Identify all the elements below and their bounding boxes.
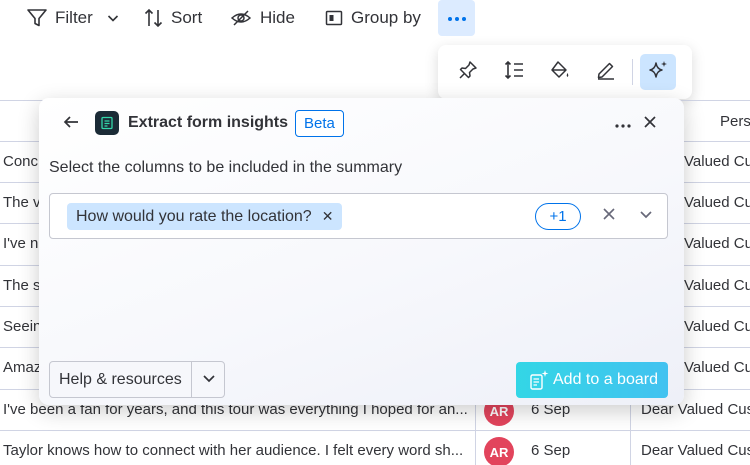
hide-label: Hide bbox=[260, 8, 295, 27]
filter-icon bbox=[26, 7, 48, 29]
more-options-button[interactable] bbox=[438, 0, 475, 36]
pin-button[interactable] bbox=[450, 54, 486, 90]
table-row-person[interactable]: Valued Cus bbox=[684, 317, 750, 337]
chevron-down-icon bbox=[202, 371, 216, 390]
form-insights-app-icon bbox=[95, 111, 119, 135]
ai-sparkle-icon bbox=[647, 59, 669, 86]
table-row-text[interactable]: Taylor knows how to connect with her aud… bbox=[3, 441, 468, 461]
sort-icon bbox=[143, 7, 165, 29]
selected-column-chip[interactable]: How would you rate the location? ✕ bbox=[67, 203, 343, 230]
panel-more-button[interactable] bbox=[611, 112, 635, 136]
chevron-down-icon bbox=[639, 207, 653, 226]
dropdown-toggle[interactable] bbox=[635, 205, 657, 227]
table-row-person[interactable]: Valued Cus bbox=[684, 193, 750, 213]
eye-off-icon bbox=[230, 7, 252, 29]
table-row-text[interactable]: Amaz bbox=[3, 358, 39, 378]
board-toolbar: Filter Sort Hide Group by bbox=[0, 0, 750, 36]
more-selected-badge[interactable]: +1 bbox=[535, 203, 581, 230]
paint-bucket-icon bbox=[549, 59, 571, 86]
close-icon bbox=[603, 207, 615, 225]
panel-title: Extract form insights bbox=[128, 114, 289, 131]
sort-button[interactable]: Sort bbox=[143, 0, 202, 36]
table-row-text[interactable]: The s bbox=[3, 276, 39, 296]
table-row-text[interactable]: The v bbox=[3, 193, 39, 213]
help-dropdown-toggle[interactable] bbox=[198, 369, 220, 391]
group-by-icon bbox=[324, 8, 344, 28]
table-row-person[interactable]: Valued Cus bbox=[684, 152, 750, 172]
table-row-person[interactable]: Valued Cus bbox=[684, 358, 750, 378]
chip-label: How would you rate the location? bbox=[76, 207, 312, 225]
arrow-left-icon bbox=[62, 113, 80, 136]
table-row-text[interactable]: Conc bbox=[3, 152, 39, 172]
help-label: Help & resources bbox=[59, 371, 182, 388]
table-row-person[interactable]: Dear Valued Cus bbox=[641, 441, 750, 461]
hide-button[interactable]: Hide bbox=[230, 0, 295, 36]
filter-button[interactable]: Filter bbox=[26, 0, 120, 36]
panel-close-button[interactable] bbox=[638, 112, 662, 136]
group-by-label: Group by bbox=[351, 8, 421, 27]
table-row-person[interactable]: Valued Cus bbox=[684, 276, 750, 296]
sort-label: Sort bbox=[171, 8, 203, 27]
ellipsis-icon bbox=[615, 115, 631, 133]
add-to-board-button[interactable]: Add to a board bbox=[516, 362, 668, 398]
chevron-down-icon[interactable] bbox=[106, 11, 120, 25]
add-to-board-label: Add to a board bbox=[553, 371, 658, 388]
instruction-text: Select the columns to be included in the… bbox=[49, 159, 403, 176]
close-icon bbox=[644, 115, 656, 133]
row-height-button[interactable] bbox=[496, 54, 532, 90]
pin-icon bbox=[457, 59, 479, 86]
column-header-person[interactable]: Pers bbox=[720, 112, 750, 132]
columns-select[interactable]: How would you rate the location? ✕ +1 bbox=[49, 193, 668, 239]
avatar[interactable]: AR bbox=[484, 437, 514, 465]
remove-chip-icon[interactable]: ✕ bbox=[322, 208, 334, 225]
back-button[interactable] bbox=[59, 112, 83, 136]
clear-selection-button[interactable] bbox=[598, 205, 620, 227]
table-row-date[interactable]: 6 Sep bbox=[531, 441, 570, 461]
table-row-text[interactable]: I've n bbox=[3, 234, 39, 254]
extract-insights-panel: Extract form insights Beta Select the co… bbox=[39, 98, 684, 405]
help-resources-button[interactable]: Help & resources bbox=[49, 361, 225, 398]
quick-actions-popover bbox=[438, 45, 692, 99]
divider bbox=[632, 59, 633, 85]
edit-button[interactable] bbox=[588, 54, 624, 90]
edit-pen-icon bbox=[595, 59, 617, 86]
ai-document-icon bbox=[528, 369, 550, 391]
row-divider bbox=[0, 430, 750, 431]
beta-badge: Beta bbox=[295, 110, 344, 137]
group-by-button[interactable]: Group by bbox=[324, 0, 421, 36]
divider bbox=[191, 362, 192, 397]
table-row-text[interactable]: Seein bbox=[3, 317, 39, 337]
color-fill-button[interactable] bbox=[542, 54, 578, 90]
ellipsis-icon bbox=[447, 9, 467, 27]
table-row-person[interactable]: Valued Cus bbox=[684, 234, 750, 254]
ai-assistant-button[interactable] bbox=[640, 54, 676, 90]
filter-label: Filter bbox=[55, 8, 93, 27]
row-height-icon bbox=[503, 59, 525, 86]
